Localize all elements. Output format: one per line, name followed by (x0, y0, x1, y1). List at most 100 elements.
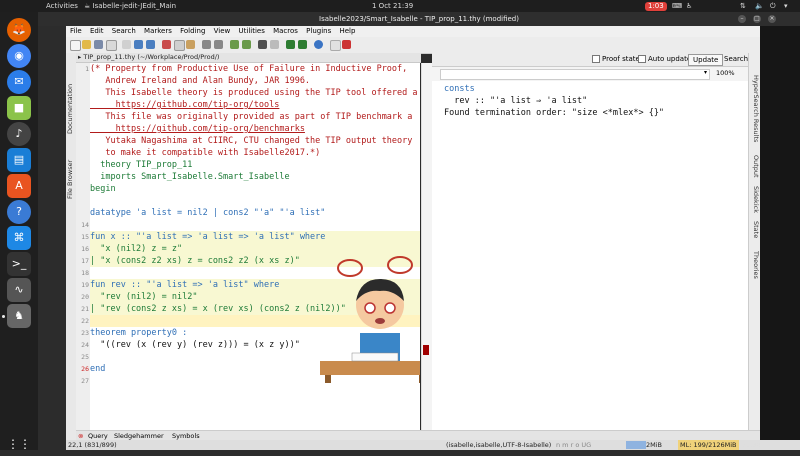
isabelle-icon[interactable]: ♞ (7, 304, 31, 328)
line-number: 20 (81, 293, 89, 301)
desktop-background (760, 26, 800, 440)
new-file-icon[interactable] (70, 40, 81, 51)
dock: 🦊 ◉ ✉ ■ ♪ ▤ A ? ⌘ >_ ∿ ♞ ⋮⋮ (0, 12, 38, 451)
zoom-select[interactable]: 100% (716, 69, 735, 77)
line-number: 25 (81, 353, 89, 361)
redo-icon[interactable] (146, 40, 155, 49)
menu-markers[interactable]: Markers (144, 27, 172, 35)
recording-indicator[interactable]: 1:03 (645, 1, 667, 11)
proof-state-checkbox[interactable]: Proof state (592, 53, 640, 66)
forward-icon[interactable] (298, 40, 307, 49)
documentation-tab[interactable]: Documentation (66, 73, 76, 145)
ml-heap: ML: 199/2126MiB (678, 440, 739, 450)
editor-buffer-header[interactable]: ▸ TIP_prop_11.thy (~/Workplace/Prod/Prod… (76, 53, 421, 63)
app-grid-icon[interactable]: ⋮⋮ (7, 432, 31, 456)
find-icon[interactable] (202, 40, 211, 49)
file-browser-tab[interactable]: File Browser (66, 151, 76, 207)
code-line-link[interactable]: https://github.com/tip-org/tools (90, 99, 280, 111)
menu-search[interactable]: Search (112, 27, 136, 35)
fold-icon[interactable] (230, 40, 239, 49)
menu-view[interactable]: View (214, 27, 231, 35)
isabelle-logo-icon[interactable] (342, 40, 351, 49)
software-icon[interactable]: A (7, 174, 31, 198)
print-icon[interactable] (122, 40, 131, 49)
firefox-icon[interactable]: 🦊 (7, 18, 31, 42)
code-line-link[interactable]: https://github.com/tip-org/benchmarks (90, 123, 305, 135)
accessibility-icon[interactable]: ♿ (686, 0, 692, 12)
code-line: "((rev (x (rev y) (rev z))) = (x z y))" (90, 340, 300, 350)
buffer-flags: n m r o UG (556, 441, 592, 449)
code-line: Andrew Ireland and Alan Bundy, JAR 1996. (90, 76, 311, 86)
code-line: | "x (cons2 z2 xs) z = cons2 z2 (x xs z)… (90, 256, 300, 266)
sidekick-tab[interactable]: Sidekick (750, 183, 760, 215)
close-buffer-icon[interactable] (106, 40, 117, 51)
maximize-icon[interactable]: □ (753, 15, 761, 23)
code-line: fun x :: "'a list => 'a list => 'a list"… (90, 232, 326, 242)
output-search-bar: ▾ 100% (432, 67, 760, 82)
search-input[interactable] (440, 69, 710, 80)
hypersearch-results-tab[interactable]: HyperSearch Results (750, 73, 760, 145)
proof-state-label: Proof state (602, 55, 640, 63)
output-tab[interactable]: Output (750, 153, 760, 179)
code-line: "rev (nil2) = nil2" (90, 292, 198, 302)
power-icon[interactable]: ⏻ (770, 0, 776, 12)
save-icon[interactable] (94, 40, 103, 49)
line-number: 17 (81, 257, 89, 265)
thunderbird-icon[interactable]: ✉ (7, 70, 31, 94)
window-title: Isabelle2023/Smart_Isabelle - TIP_prop_1… (319, 15, 519, 23)
vscode-icon[interactable]: ⌘ (7, 226, 31, 250)
code-line: (* Property from Productive Use of Failu… (90, 64, 408, 74)
rhythmbox-icon[interactable]: ♪ (7, 122, 31, 146)
help-icon[interactable]: ? (7, 200, 31, 224)
open-folder-icon[interactable] (82, 40, 91, 49)
zoom-icon[interactable] (330, 40, 341, 51)
buffer-mode[interactable]: (isabelle,isabelle,UTF-8-Isabelle) (446, 440, 551, 450)
close-icon[interactable]: × (768, 15, 776, 23)
info-icon[interactable] (314, 40, 323, 49)
error-marker[interactable] (423, 345, 429, 355)
system-monitor-icon[interactable]: ∿ (7, 278, 31, 302)
paste-icon[interactable] (186, 40, 195, 49)
menu-file[interactable]: File (70, 27, 82, 35)
output-area[interactable]: consts rev :: "'a list ⇒ 'a list" Found … (432, 81, 748, 430)
editor-scrollbar[interactable] (421, 63, 432, 430)
app-menu[interactable]: ☕ Isabelle-jedit-JEdit_Main (84, 0, 176, 12)
minimize-icon[interactable]: – (738, 15, 746, 23)
code-line: to make it compatible with Isabelle2017.… (90, 148, 321, 158)
window-title-bar: Isabelle2023/Smart_Isabelle - TIP_prop_1… (38, 12, 800, 26)
menu-edit[interactable]: Edit (90, 27, 104, 35)
java-icon: ☕ (84, 2, 91, 10)
clock[interactable]: 1 Oct 21:39 (372, 0, 413, 12)
copy-icon[interactable] (174, 40, 185, 51)
code-line: This Isabelle theory is produced using t… (90, 88, 418, 98)
update-button[interactable]: Update (688, 54, 724, 66)
menu-macros[interactable]: Macros (273, 27, 298, 35)
chrome-icon[interactable]: ◉ (7, 44, 31, 68)
undo-icon[interactable] (134, 40, 143, 49)
auto-update-checkbox[interactable]: Auto update (638, 53, 691, 66)
network-icon[interactable]: ⇅ (740, 0, 746, 12)
wrap-icon[interactable] (258, 40, 267, 49)
menu-plugins[interactable]: Plugins (306, 27, 331, 35)
back-icon[interactable] (286, 40, 295, 49)
unfold-icon[interactable] (242, 40, 251, 49)
chevron-down-icon[interactable]: ▾ (704, 69, 707, 76)
theories-tab[interactable]: Theories (750, 245, 760, 285)
writer-icon[interactable]: ▤ (7, 148, 31, 172)
menu-utilities[interactable]: Utilities (239, 27, 265, 35)
activities-button[interactable]: Activities (46, 0, 78, 12)
state-tab[interactable]: State (750, 219, 760, 241)
files-icon[interactable]: ■ (7, 96, 31, 120)
keyboard-icon[interactable]: ⌨ (672, 0, 682, 12)
find-replace-icon[interactable] (214, 40, 223, 49)
terminal-icon[interactable]: >_ (7, 252, 31, 276)
split-icon[interactable] (270, 40, 279, 49)
menu-help[interactable]: Help (339, 27, 355, 35)
line-number: 15 (81, 233, 89, 241)
code-editor[interactable]: (* Property from Productive Use of Failu… (90, 63, 420, 430)
menu-folding[interactable]: Folding (180, 27, 205, 35)
volume-icon[interactable]: 🔈 (755, 0, 764, 12)
cut-icon[interactable] (162, 40, 171, 49)
code-line: datatype 'a list = nil2 | cons2 "'a" "'a… (90, 208, 326, 218)
menu-caret-icon[interactable]: ▾ (784, 0, 788, 12)
